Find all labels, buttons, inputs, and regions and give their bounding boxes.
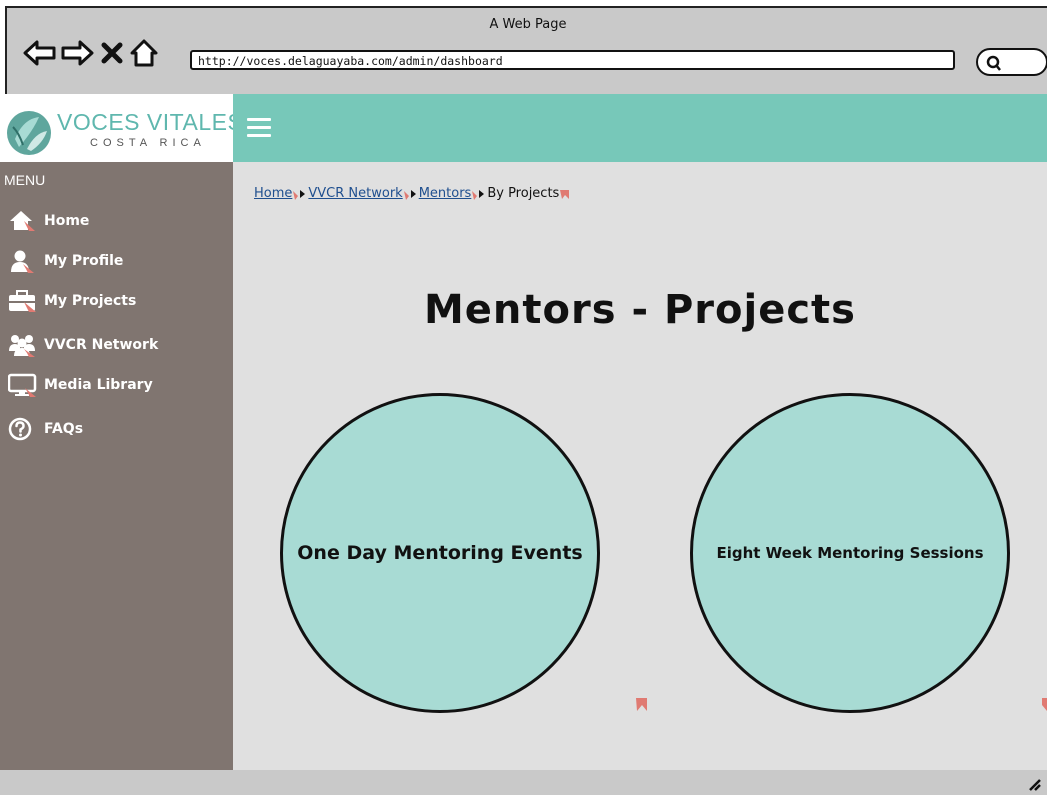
breadcrumb: Home VVCR Network Mentors By Projects xyxy=(254,186,575,201)
breadcrumb-vvcr-network[interactable]: VVCR Network xyxy=(308,186,402,201)
marker-icon xyxy=(1042,698,1047,711)
chevron-right-icon xyxy=(403,188,419,200)
project-card-label: Eight Week Mentoring Sessions xyxy=(716,544,984,562)
brand-name: VOCES VITALES xyxy=(57,109,244,135)
users-icon xyxy=(8,333,36,357)
resize-grip-icon[interactable] xyxy=(1027,777,1041,791)
page-title: Mentors - Projects xyxy=(423,287,856,333)
forward-arrow-icon[interactable] xyxy=(60,38,94,68)
sidebar: MENU Home My Profile My Projects VVCR Ne… xyxy=(0,162,233,770)
breadcrumb-current: By Projects xyxy=(487,186,560,201)
chevron-right-icon xyxy=(471,188,487,200)
sidebar-item-my-projects[interactable]: My Projects xyxy=(8,288,136,314)
sidebar-item-vvcr-network[interactable]: VVCR Network xyxy=(8,332,158,358)
sidebar-item-media-library[interactable]: Media Library xyxy=(8,372,153,398)
sidebar-item-my-profile[interactable]: My Profile xyxy=(8,248,123,274)
chevron-right-icon xyxy=(292,188,308,200)
browser-search-box[interactable] xyxy=(976,48,1047,76)
address-bar[interactable]: http://voces.delaguayaba.com/admin/dashb… xyxy=(190,50,955,70)
back-arrow-icon[interactable] xyxy=(23,38,57,68)
sidebar-item-faqs[interactable]: FAQs xyxy=(8,416,83,442)
top-bar xyxy=(233,94,1047,162)
marker-icon xyxy=(636,698,647,711)
breadcrumb-home[interactable]: Home xyxy=(254,186,292,201)
home-icon xyxy=(8,209,36,233)
hamburger-menu-icon[interactable] xyxy=(247,118,271,138)
brand-subtitle: COSTA RICA xyxy=(90,137,206,149)
user-icon xyxy=(8,249,36,273)
status-bar xyxy=(0,770,1047,795)
browser-chrome: A Web Page http://voces.delaguayaba.com/… xyxy=(5,6,1047,97)
main-content: Home VVCR Network Mentors By Projects Mento… xyxy=(233,162,1047,770)
sidebar-item-label: VVCR Network xyxy=(44,337,159,353)
brand-logo[interactable]: VOCES VITALES COSTA RICA xyxy=(0,94,243,162)
help-icon xyxy=(8,417,36,441)
sidebar-item-home[interactable]: Home xyxy=(8,208,89,234)
breadcrumb-mentors[interactable]: Mentors xyxy=(419,186,472,201)
briefcase-icon xyxy=(8,289,36,313)
project-card-one-day-mentoring[interactable]: One Day Mentoring Events xyxy=(280,393,600,713)
sidebar-item-label: FAQs xyxy=(44,421,84,437)
menu-label: MENU xyxy=(4,172,46,188)
stop-close-icon[interactable] xyxy=(101,42,123,64)
project-card-eight-week-mentoring[interactable]: Eight Week Mentoring Sessions xyxy=(690,393,1010,713)
project-card-label: One Day Mentoring Events xyxy=(297,542,583,564)
logo-mark-icon xyxy=(7,111,51,155)
home-icon[interactable] xyxy=(129,38,159,68)
monitor-icon xyxy=(8,373,37,397)
sidebar-item-label: My Profile xyxy=(44,253,124,269)
sidebar-item-label: Home xyxy=(44,213,90,229)
sidebar-item-label: Media Library xyxy=(44,377,153,393)
window-title: A Web Page xyxy=(489,17,567,32)
marker-icon xyxy=(559,188,575,200)
sidebar-item-label: My Projects xyxy=(44,293,137,309)
search-icon xyxy=(986,55,1001,71)
